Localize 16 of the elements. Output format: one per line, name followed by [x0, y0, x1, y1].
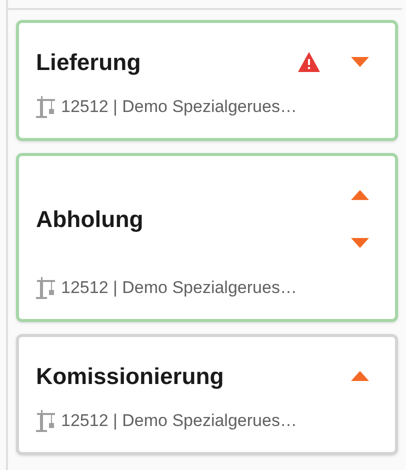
card-title: Lieferung	[36, 48, 142, 77]
project-label: 12512 | Demo Spezialgerues…	[61, 278, 297, 298]
task-card[interactable]: Lieferung 12512 | Demo Spezialgerues…	[16, 20, 398, 141]
project-label: 12512 | Demo Spezialgerues…	[61, 97, 297, 117]
caret-up-icon	[351, 371, 369, 381]
crane-icon	[36, 277, 56, 299]
caret-down-icon	[351, 57, 369, 67]
crane-icon	[36, 96, 56, 118]
crane-icon	[36, 410, 56, 432]
caret-down-icon	[351, 238, 369, 248]
caret-up-icon	[351, 190, 369, 200]
card-title: Komissionierung	[36, 362, 225, 391]
project-label: 12512 | Demo Spezialgerues…	[61, 411, 297, 431]
card-title: Abholung	[36, 204, 144, 234]
task-card[interactable]: Komissionierung 12512 | Demo Spezialgerues…	[16, 334, 398, 455]
task-card[interactable]: Abholung 12512 | Demo Spezialgerues…	[16, 153, 398, 322]
